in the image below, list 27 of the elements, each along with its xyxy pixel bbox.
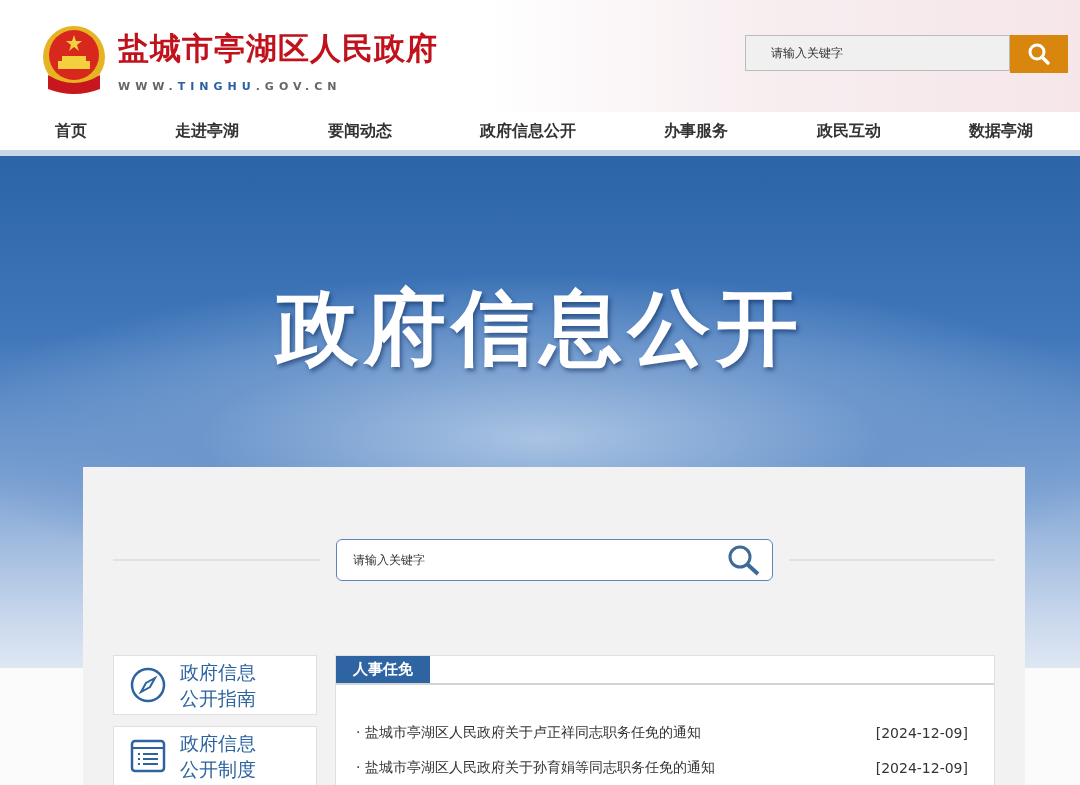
emblem-icon — [42, 25, 106, 95]
nav-link[interactable]: 政民互动 — [816, 120, 881, 142]
news-link[interactable]: · 盐城市亭湖区人民政府关于卢正祥同志职务任免的通知 — [356, 723, 701, 742]
compass-icon — [130, 667, 166, 703]
card-label: 政府信息 公开制度 — [180, 731, 256, 782]
guide-link-card[interactable]: 政府信息 公开制度 — [113, 726, 317, 785]
card-label: 政府信息 公开指南 — [180, 660, 256, 711]
search-button[interactable] — [1010, 35, 1068, 73]
nav-link[interactable]: 首页 — [55, 120, 87, 142]
search-field[interactable]: 请输入关键字 — [745, 35, 1010, 71]
nav-link[interactable]: 走进亭湖 — [175, 120, 240, 142]
search-icon — [1027, 42, 1051, 66]
nav-link[interactable]: 政府信息公开 — [480, 120, 576, 142]
list-icon — [130, 738, 166, 774]
nav-link[interactable]: 数据亭湖 — [968, 120, 1033, 142]
category-tab[interactable]: 人事任免 — [336, 656, 430, 683]
keyword-search-field[interactable]: 请输入关键字 — [335, 539, 773, 581]
nav-link[interactable]: 要闻动态 — [327, 120, 392, 142]
nav-link[interactable]: 办事服务 — [664, 120, 729, 142]
site-url: WWW.TINGHU.GOV.CN — [118, 80, 343, 93]
news-link[interactable]: · 盐城市亭湖区人民政府关于孙育娟等同志职务任免的通知 — [356, 758, 715, 777]
search-icon — [726, 544, 761, 576]
site-title: 盐城市亭湖区人民政府 — [118, 29, 438, 68]
news-date: [2024-12-09] — [875, 759, 968, 776]
guide-link-card[interactable]: 政府信息 公开指南 — [113, 655, 317, 715]
news-date: [2024-12-09] — [875, 724, 968, 741]
banner-title: 政府信息公开 — [276, 279, 804, 377]
